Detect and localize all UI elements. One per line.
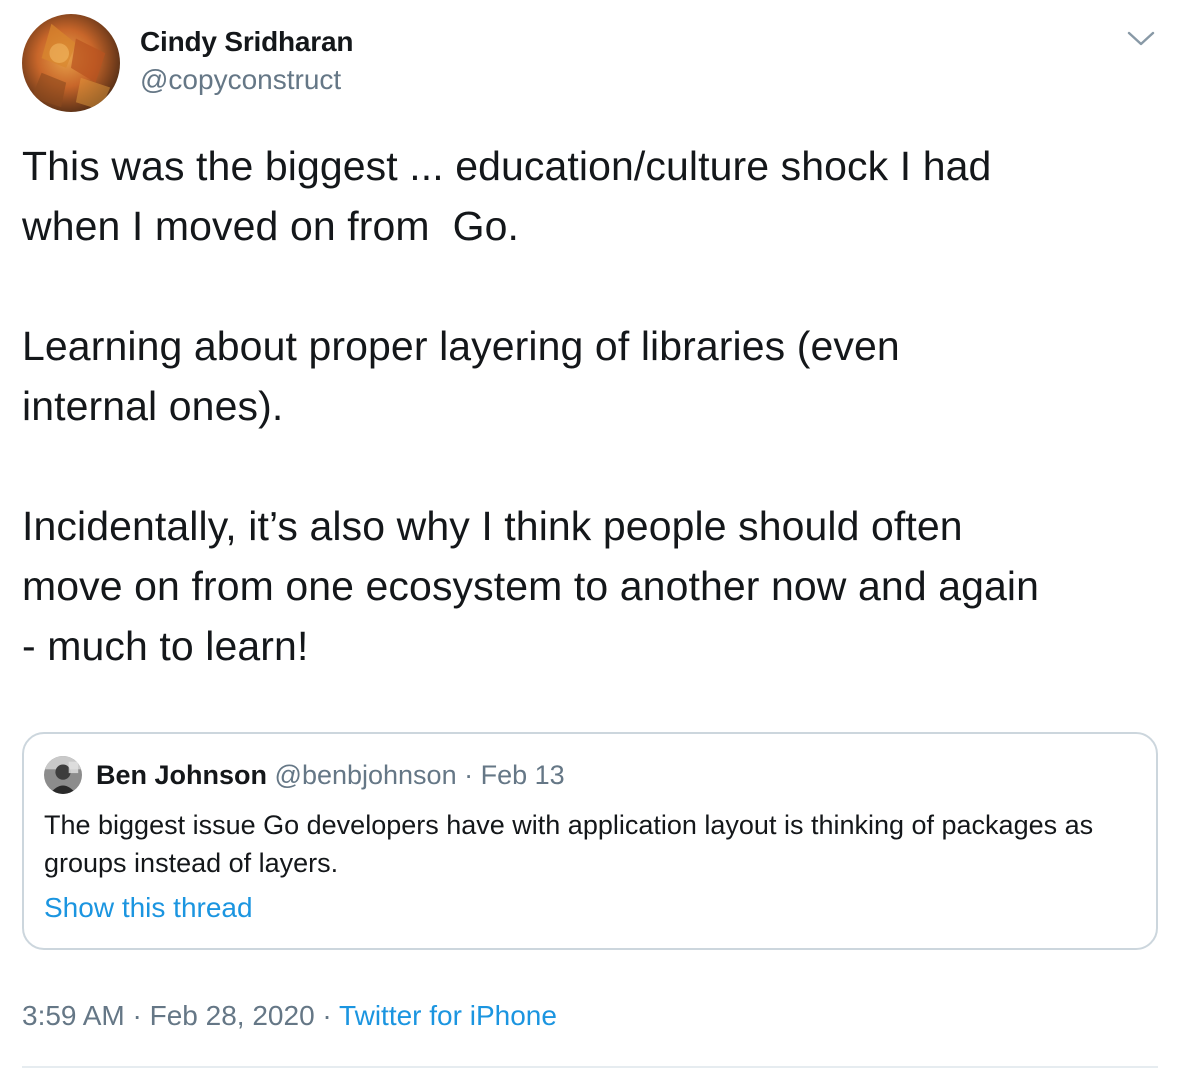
tweet-body-text: This was the biggest ... education/cultu… [22,143,1040,669]
quoted-handle: @benbjohnson [274,760,457,790]
meta-separator: · [314,1000,340,1031]
avatar-image [22,14,120,112]
divider [22,1066,1158,1068]
meta-separator: · [124,1000,150,1031]
quoted-separator: · [456,760,481,790]
author-handle[interactable]: @copyconstruct [140,64,341,96]
show-thread-link[interactable]: Show this thread [44,892,253,924]
tweet-time[interactable]: 3:59 AM [22,1000,125,1031]
quoted-tweet-text: The biggest issue Go developers have wit… [44,810,1094,878]
quoted-tweet-card[interactable]: Ben Johnson @benbjohnson · Feb 13 The bi… [22,732,1158,950]
chevron-down-icon[interactable] [1126,28,1156,50]
quoted-display-name: Ben Johnson [96,760,268,790]
tweet: Cindy Sridharan @copyconstruct This was … [0,0,1190,1070]
quoted-author-avatar [44,756,82,794]
quoted-tweet-header: Ben Johnson @benbjohnson · Feb 13 [96,760,565,791]
tweet-source-link[interactable]: Twitter for iPhone [339,1000,557,1031]
quoted-date: Feb 13 [480,760,565,790]
tweet-date[interactable]: Feb 28, 2020 [150,1000,315,1031]
tweet-meta: 3:59 AM · Feb 28, 2020 · Twitter for iPh… [22,1000,557,1032]
quoted-avatar-image [44,756,82,794]
author-avatar[interactable] [22,14,120,112]
author-display-name[interactable]: Cindy Sridharan [140,26,353,58]
